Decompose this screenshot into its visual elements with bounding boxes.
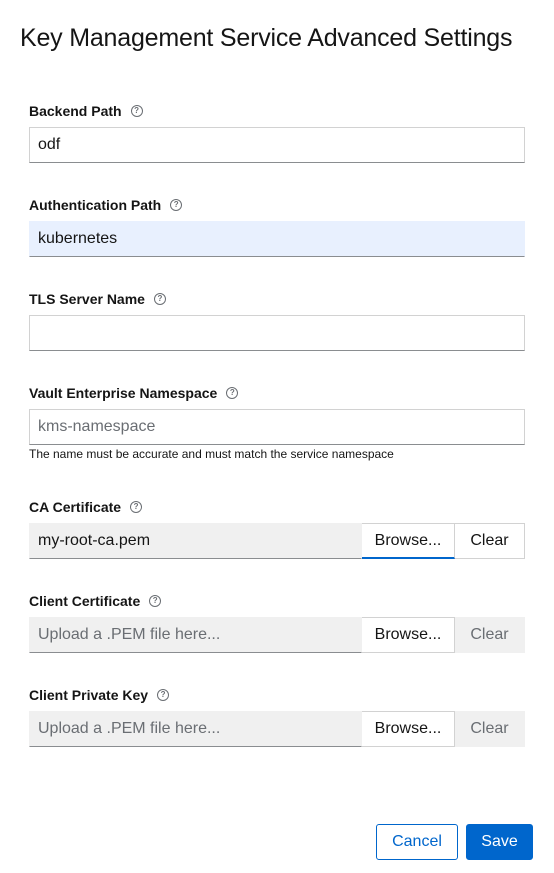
question-circle-icon[interactable]: ? xyxy=(130,501,143,513)
ca-cert-filename[interactable]: my-root-ca.pem xyxy=(29,523,362,559)
ca-cert-upload: my-root-ca.pem Browse... Clear xyxy=(29,523,525,559)
client-cert-label: Client Certificate xyxy=(29,593,141,609)
cancel-button[interactable]: Cancel xyxy=(376,824,458,860)
vault-namespace-input[interactable]: kms-namespace xyxy=(29,409,525,445)
question-circle-icon[interactable]: ? xyxy=(170,199,183,211)
auth-path-label: Authentication Path xyxy=(29,197,162,213)
tls-server-input[interactable] xyxy=(29,315,525,351)
backend-path-label: Backend Path xyxy=(29,103,122,119)
client-key-filename[interactable]: Upload a .PEM file here... xyxy=(29,711,362,747)
tls-server-label: TLS Server Name xyxy=(29,291,145,307)
save-button[interactable]: Save xyxy=(466,824,533,860)
client-key-browse-button[interactable]: Browse... xyxy=(362,711,455,747)
tls-server-field: TLS Server Name ? xyxy=(29,289,525,351)
ca-cert-field: CA Certificate ? my-root-ca.pem Browse..… xyxy=(29,497,525,559)
question-circle-icon[interactable]: ? xyxy=(149,595,162,607)
vault-namespace-field: Vault Enterprise Namespace ? kms-namespa… xyxy=(29,383,525,461)
ca-cert-browse-button[interactable]: Browse... xyxy=(362,523,455,559)
ca-cert-clear-button[interactable]: Clear xyxy=(455,523,525,559)
vault-namespace-helper: The name must be accurate and must match… xyxy=(29,447,394,461)
client-cert-filename[interactable]: Upload a .PEM file here... xyxy=(29,617,362,653)
backend-path-input[interactable]: odf xyxy=(29,127,525,163)
vault-namespace-label: Vault Enterprise Namespace xyxy=(29,385,218,401)
auth-path-field: Authentication Path ? kubernetes xyxy=(29,195,525,257)
modal-title: Key Management Service Advanced Settings xyxy=(20,24,513,52)
client-cert-field: Client Certificate ? Upload a .PEM file … xyxy=(29,591,525,653)
client-cert-upload: Upload a .PEM file here... Browse... Cle… xyxy=(29,617,525,653)
question-circle-icon[interactable]: ? xyxy=(157,689,170,701)
client-cert-clear-button[interactable]: Clear xyxy=(455,617,525,653)
client-key-upload: Upload a .PEM file here... Browse... Cle… xyxy=(29,711,525,747)
question-circle-icon[interactable]: ? xyxy=(130,105,143,117)
auth-path-input[interactable]: kubernetes xyxy=(29,221,525,257)
ca-cert-label: CA Certificate xyxy=(29,499,122,515)
client-key-label: Client Private Key xyxy=(29,687,149,703)
client-cert-browse-button[interactable]: Browse... xyxy=(362,617,455,653)
question-circle-icon[interactable]: ? xyxy=(226,387,239,399)
client-key-field: Client Private Key ? Upload a .PEM file … xyxy=(29,685,525,747)
question-circle-icon[interactable]: ? xyxy=(153,293,166,305)
backend-path-field: Backend Path ? odf xyxy=(29,101,525,163)
client-key-clear-button[interactable]: Clear xyxy=(455,711,525,747)
